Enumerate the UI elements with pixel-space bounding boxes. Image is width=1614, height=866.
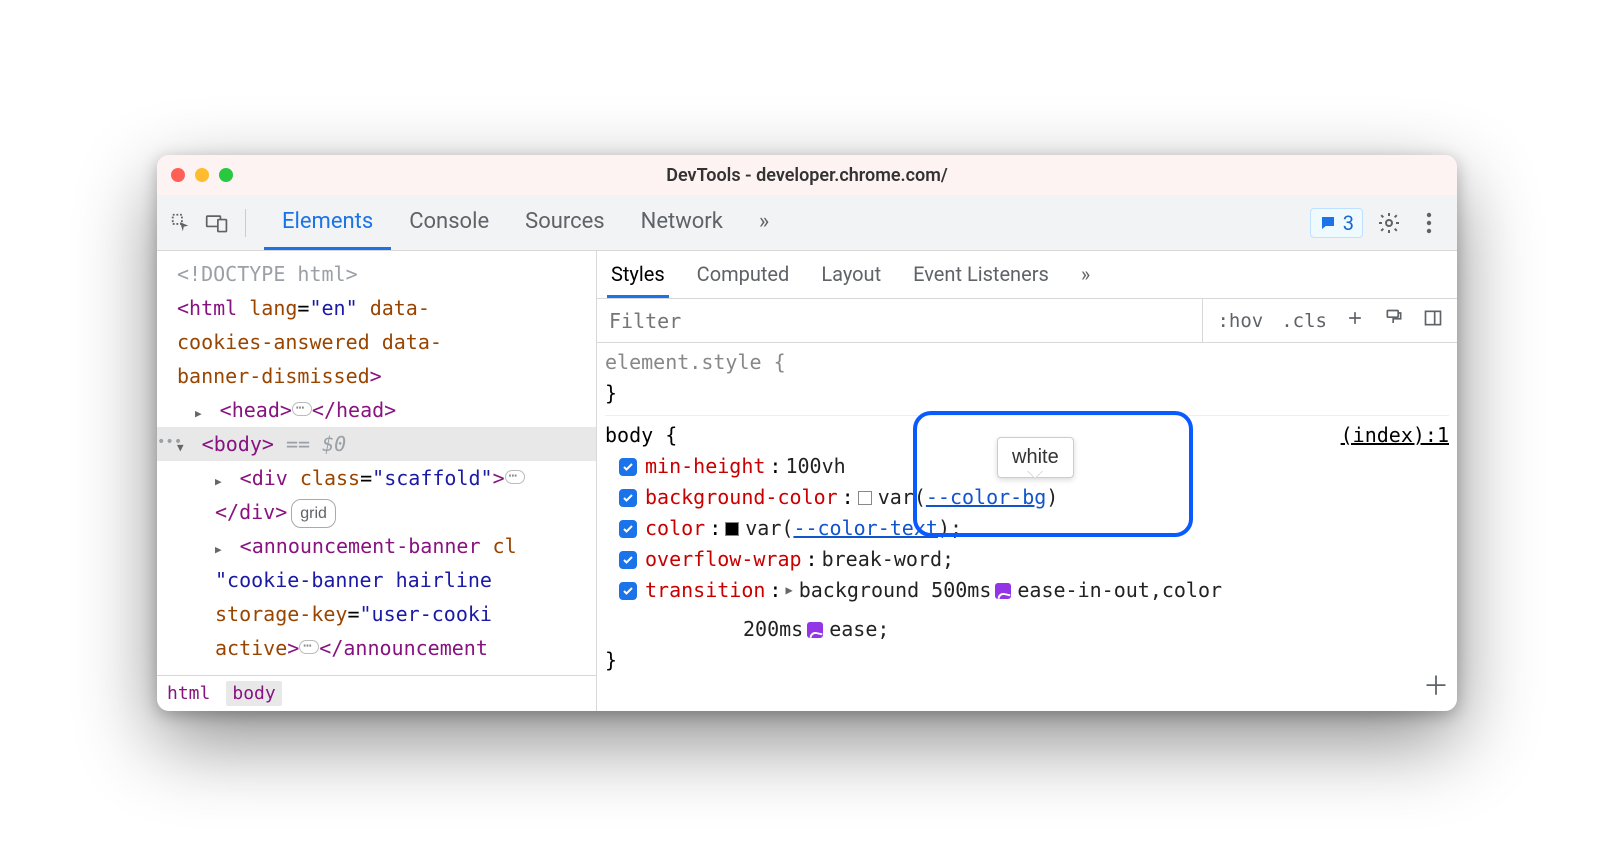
html-node[interactable]: <html lang="en" data- cookies-answered d… (177, 291, 586, 393)
paint-icon[interactable] (1379, 306, 1409, 335)
easing-icon[interactable] (995, 583, 1011, 599)
cls-button[interactable]: .cls (1277, 308, 1331, 334)
tabs-overflow-icon[interactable]: » (741, 195, 787, 250)
div-scaffold-node[interactable]: <div class="scaffold"> </div>grid (177, 461, 586, 529)
tab-sources[interactable]: Sources (507, 195, 623, 250)
styles-tab-computed[interactable]: Computed (693, 252, 794, 298)
styles-tab-eventlisteners[interactable]: Event Listeners (909, 252, 1053, 298)
grid-badge[interactable]: grid (291, 499, 336, 528)
decl-background-color[interactable]: background-color: var(--color-bg) (605, 482, 1449, 513)
css-rules-area[interactable]: element.style { } (index):1 body { min-h… (597, 343, 1457, 711)
body-node-selected[interactable]: ••• <body> == $0 (157, 427, 596, 461)
breadcrumb: html body (157, 675, 596, 711)
issues-badge[interactable]: 3 (1310, 208, 1363, 238)
ellipsis-icon[interactable] (505, 470, 525, 484)
titlebar: DevTools - developer.chrome.com/ (157, 155, 1457, 195)
styles-filter-input[interactable] (597, 299, 1203, 342)
window-maximize-button[interactable] (219, 168, 233, 182)
decl-color[interactable]: color: var(--color-text); (605, 513, 1449, 544)
checkbox-icon[interactable] (619, 489, 637, 507)
checkbox-icon[interactable] (619, 582, 637, 600)
ellipsis-icon[interactable] (299, 640, 319, 654)
ellipsis-icon[interactable] (292, 402, 312, 416)
add-rule-icon[interactable]: ＋ (1423, 667, 1449, 707)
checkbox-icon[interactable] (619, 551, 637, 569)
tab-console[interactable]: Console (391, 195, 507, 250)
tab-network[interactable]: Network (623, 195, 741, 250)
checkbox-icon[interactable] (619, 520, 637, 538)
expand-icon[interactable]: ▶ (785, 581, 792, 600)
inspect-icon[interactable] (167, 209, 195, 237)
doctype-node[interactable]: <!DOCTYPE html> (177, 257, 586, 291)
decl-overflow-wrap[interactable]: overflow-wrap: break-word; (605, 544, 1449, 575)
window-title: DevTools - developer.chrome.com/ (157, 165, 1457, 186)
window-minimize-button[interactable] (195, 168, 209, 182)
rule-source-link[interactable]: (index):1 (1341, 420, 1449, 451)
element-style-rule[interactable]: element.style { } (605, 347, 1449, 409)
tab-elements[interactable]: Elements (264, 195, 391, 250)
color-swatch-black[interactable] (725, 522, 739, 536)
color-swatch-white[interactable] (858, 491, 872, 505)
breadcrumb-body[interactable]: body (226, 681, 281, 706)
elements-panel: <!DOCTYPE html> <html lang="en" data- co… (157, 251, 597, 711)
styles-tabbar: Styles Computed Layout Event Listeners » (597, 251, 1457, 299)
styles-tab-layout[interactable]: Layout (817, 252, 885, 298)
checkbox-icon[interactable] (619, 458, 637, 476)
decl-transition[interactable]: transition: ▶ background 500ms ease-in-o… (605, 575, 1449, 645)
breadcrumb-html[interactable]: html (167, 683, 210, 704)
styles-panel: Styles Computed Layout Event Listeners »… (597, 251, 1457, 711)
main-toolbar: Elements Console Sources Network » 3 (157, 195, 1457, 251)
var-tooltip: white (997, 437, 1074, 478)
panel-layout-icon[interactable] (1419, 306, 1447, 335)
head-node[interactable]: <head></head> (177, 393, 586, 427)
window-close-button[interactable] (171, 168, 185, 182)
issues-count: 3 (1343, 211, 1354, 235)
styles-tabs-overflow-icon[interactable]: » (1077, 252, 1094, 298)
easing-icon[interactable] (807, 622, 823, 638)
dom-tree[interactable]: <!DOCTYPE html> <html lang="en" data- co… (157, 251, 596, 675)
hov-button[interactable]: :hov (1213, 308, 1267, 334)
device-toggle-icon[interactable] (203, 209, 231, 237)
styles-tab-styles[interactable]: Styles (607, 252, 669, 298)
settings-icon[interactable] (1375, 209, 1403, 237)
more-icon[interactable] (1415, 209, 1443, 237)
new-rule-icon[interactable] (1341, 306, 1369, 335)
var-link-color-text[interactable]: --color-text (793, 516, 938, 540)
var-link-color-bg[interactable]: --color-bg (926, 485, 1046, 509)
announcement-banner-node[interactable]: <announcement-banner cl "cookie-banner h… (177, 529, 586, 665)
